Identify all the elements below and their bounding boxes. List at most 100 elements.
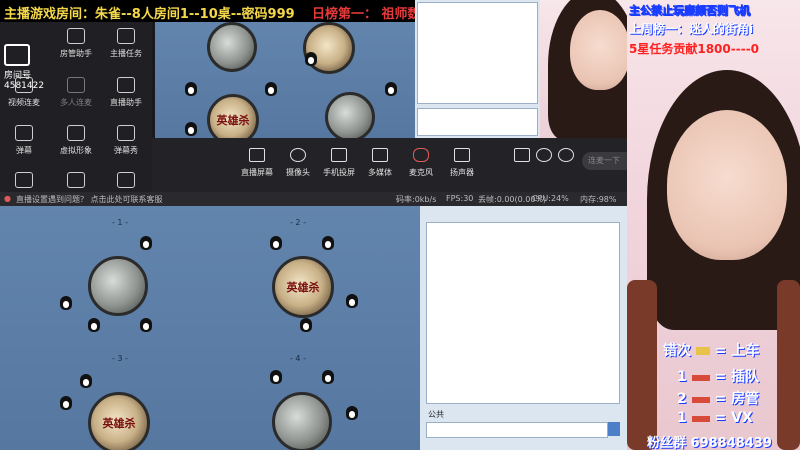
- player-penguin-icon: [270, 370, 282, 384]
- speaker-icon: [454, 148, 470, 162]
- player-penguin-icon: [140, 318, 152, 332]
- live-toolbar: 直播屏幕 摄像头 手机投屏 多媒体 麦克风 扬声器 连麦一下: [152, 138, 633, 192]
- overlay-last-week: 上周榜一：迷人的街角i: [629, 22, 754, 36]
- promo-item: 2 = 房管: [677, 391, 760, 407]
- rocket-icon: [691, 375, 710, 381]
- player-penguin-icon: [185, 82, 197, 96]
- screen-share-button[interactable]: 直播屏幕: [237, 148, 277, 178]
- table-number: - 4 -: [290, 354, 306, 363]
- task-icon: [117, 28, 135, 44]
- game-table-logo[interactable]: 英雄杀: [207, 94, 259, 138]
- player-penguin-icon: [140, 236, 152, 250]
- overlay-rule: 主公禁止玩廉颇否则飞机: [629, 4, 751, 18]
- game-main-screen: - 1 - - 2 - - 3 - - 4 - 英雄杀 英雄杀: [0, 206, 420, 450]
- fire-icon: [117, 172, 135, 188]
- player-penguin-icon: [185, 122, 197, 136]
- tv-icon: [117, 125, 135, 141]
- tool-more-2[interactable]: [55, 172, 97, 192]
- chair-left: [627, 280, 657, 450]
- gamepad-icon: [67, 172, 85, 188]
- gear-icon: [558, 148, 574, 162]
- multimedia-button[interactable]: 多媒体: [360, 148, 400, 178]
- game-table-2[interactable]: 英雄杀: [272, 256, 334, 318]
- media-icon: [372, 148, 388, 162]
- fps: FPS:30: [446, 194, 474, 203]
- link-search[interactable]: 连麦一下: [582, 152, 633, 170]
- cpu: CPU:24%: [532, 194, 569, 203]
- warning-icon: ●: [4, 194, 11, 203]
- rocket-icon: [691, 397, 710, 403]
- player-penguin-icon: [305, 52, 317, 66]
- link-icon: [15, 77, 33, 93]
- phone-cast-button[interactable]: 手机投屏: [319, 148, 359, 178]
- game-table[interactable]: [207, 22, 257, 72]
- player-penguin-icon: [300, 318, 312, 332]
- player-penguin-icon: [346, 406, 358, 420]
- tool-assistant[interactable]: 直播助手: [105, 77, 147, 108]
- chat-log: [426, 222, 620, 404]
- player-penguin-icon: [88, 318, 100, 332]
- camera-button[interactable]: 摄像头: [278, 148, 318, 178]
- game-table-4[interactable]: [272, 392, 332, 450]
- webcam-view: 主公禁止玩廉颇否则飞机 上周榜一：迷人的街角i 5星任务贡献1800----0 …: [627, 0, 800, 450]
- danmaku-icon: [15, 125, 33, 141]
- promo-item: 1 = 插队: [677, 369, 760, 385]
- game-table-1[interactable]: [88, 256, 148, 316]
- chat-log: [417, 2, 538, 104]
- group-icon: [67, 77, 85, 93]
- player-penguin-icon: [270, 236, 282, 250]
- chat-input[interactable]: [417, 108, 538, 136]
- game-chat-main: 公共: [420, 206, 627, 450]
- player-penguin-icon: [322, 370, 334, 384]
- tool-danmaku[interactable]: 弹幕: [3, 125, 45, 156]
- room-logo-icon: [4, 44, 30, 66]
- game-table-3[interactable]: 英雄杀: [88, 392, 150, 450]
- table-number: - 2 -: [290, 218, 306, 227]
- game-table[interactable]: [325, 92, 375, 138]
- gold-bar-icon: [695, 347, 710, 355]
- microphone-icon: [413, 148, 429, 162]
- settings-button[interactable]: [546, 148, 586, 167]
- tool-avatar[interactable]: 虚拟形象: [55, 125, 97, 156]
- promo-title: 错次 = 上车: [663, 343, 760, 359]
- player-penguin-icon: [265, 82, 277, 96]
- tool-danmaku-show[interactable]: 弹幕秀: [105, 125, 147, 156]
- camera-icon: [290, 148, 306, 162]
- player-penguin-icon: [346, 294, 358, 308]
- chair-right: [777, 280, 800, 450]
- tool-multi-link[interactable]: 多人连麦: [55, 77, 97, 108]
- user-icon: [67, 28, 85, 44]
- send-button[interactable]: [608, 422, 620, 436]
- game-table-logo[interactable]: [303, 22, 355, 74]
- microphone-button[interactable]: 麦克风: [401, 148, 441, 178]
- assistant-icon: [117, 77, 135, 93]
- status-warning[interactable]: 直播设置遇到问题？ 点击此处可联系客服: [16, 194, 163, 205]
- player-penguin-icon: [80, 374, 92, 388]
- avatar-icon: [67, 125, 85, 141]
- tool-house-manager[interactable]: 房管助手: [55, 28, 97, 59]
- webcam-preview-small: [540, 0, 627, 138]
- phone-icon: [331, 148, 347, 162]
- streamer-face: [667, 110, 787, 260]
- tool-more-1[interactable]: [3, 172, 45, 192]
- monitor-icon: [249, 148, 265, 162]
- chat-channel-label[interactable]: 公共: [428, 409, 444, 420]
- speaker-button[interactable]: 扬声器: [442, 148, 482, 178]
- status-bar: ● 直播设置遇到问题？ 点击此处可联系客服 码率:0kb/s FPS:30 丢帧…: [0, 192, 627, 206]
- chat-input[interactable]: [426, 422, 608, 438]
- promo-item: 1 = VX: [677, 410, 753, 426]
- player-penguin-icon: [60, 296, 72, 310]
- player-penguin-icon: [60, 396, 72, 410]
- tool-video-link[interactable]: 视频连麦: [3, 77, 45, 108]
- game-preview-small: 英雄杀: [155, 22, 415, 138]
- room-info-text: 主播游戏房间：朱雀--8人房间1--10桌--密码999: [4, 7, 295, 22]
- bitrate: 码率:0kb/s: [396, 195, 437, 204]
- tool-tasks[interactable]: 主播任务: [105, 28, 147, 59]
- streamer-tool-panel: 房间号 4581422 房管助手 主播任务 视频连麦 多人连麦 直播助手 弹幕 …: [0, 22, 152, 192]
- game-chat-small: [415, 0, 540, 138]
- table-number: - 1 -: [112, 218, 128, 227]
- rocket-icon: [691, 416, 710, 422]
- tool-more-3[interactable]: [105, 172, 147, 192]
- fan-group: 粉丝群 698848439: [647, 436, 772, 450]
- memory: 内存:98%: [580, 195, 617, 204]
